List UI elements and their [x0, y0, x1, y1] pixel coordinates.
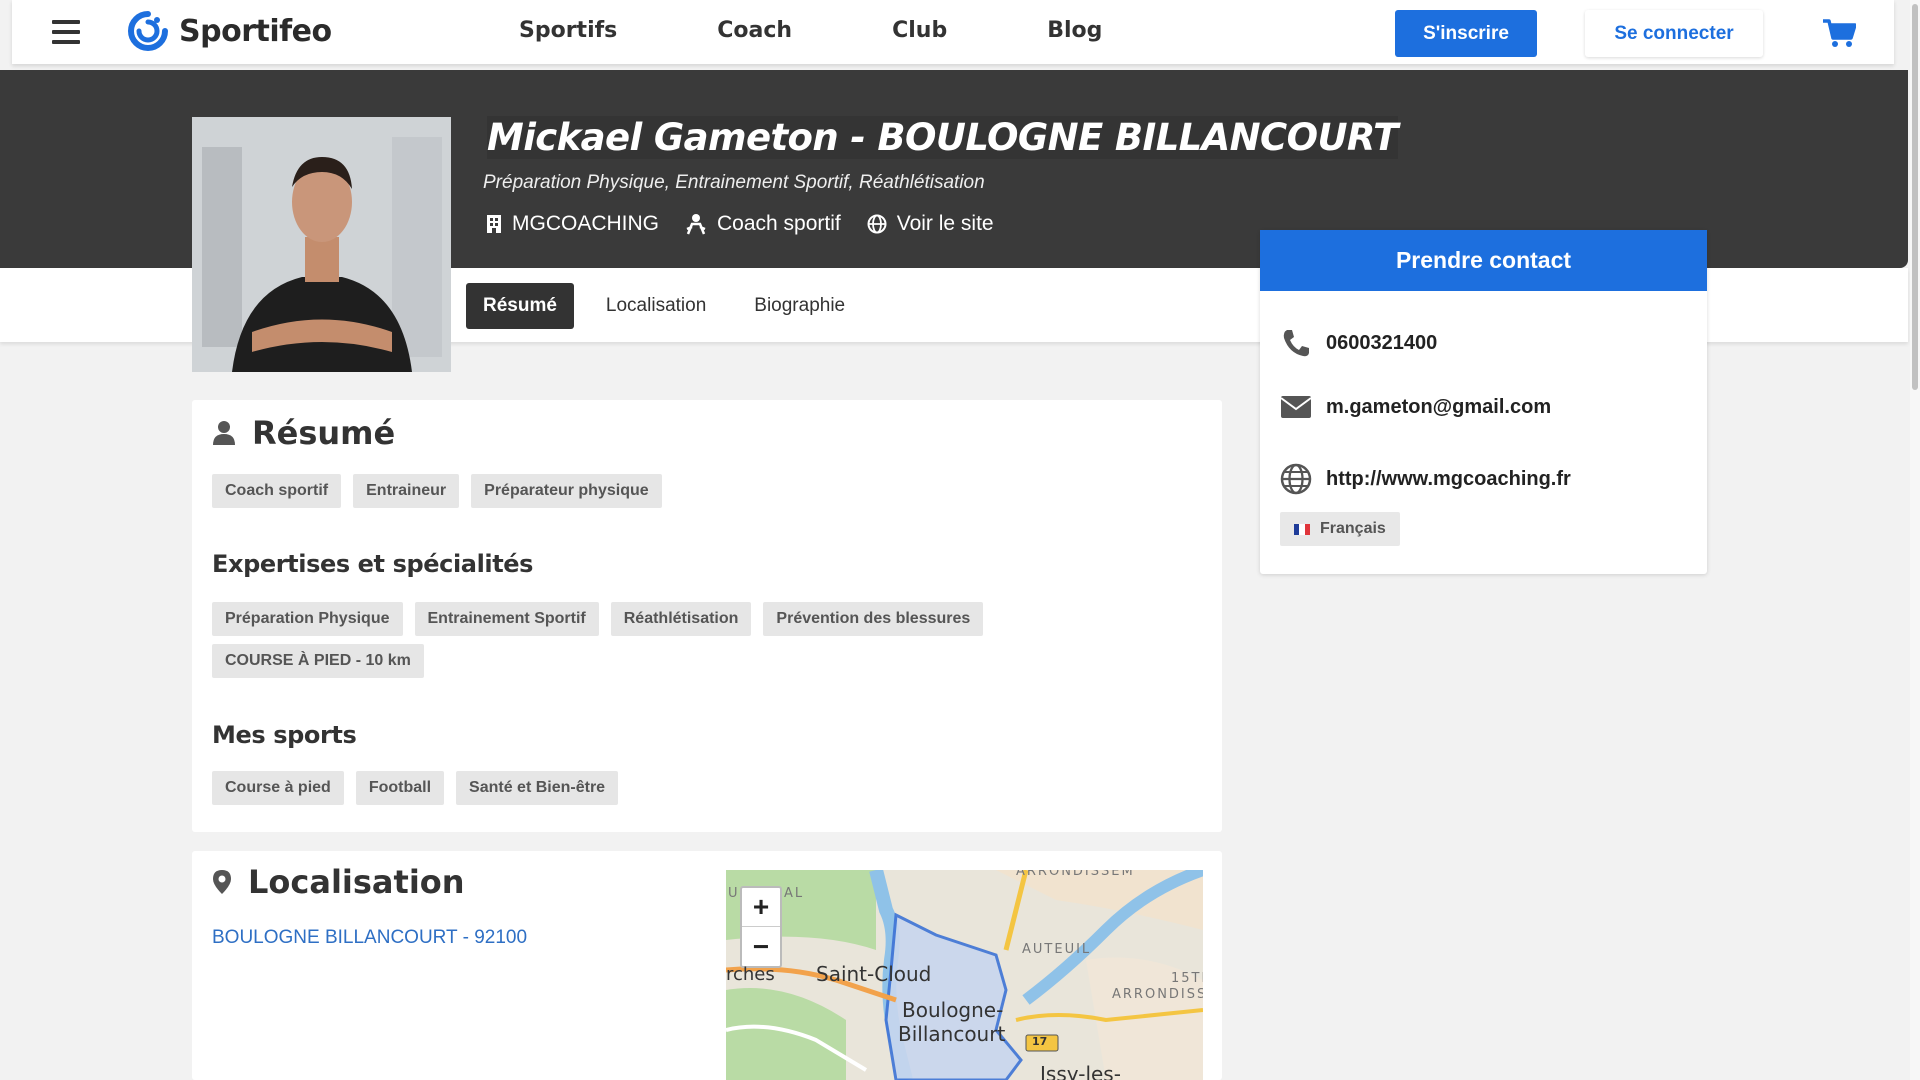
- france-flag-icon: [1294, 523, 1310, 535]
- map-label: rches: [726, 964, 775, 985]
- contact-card: Prendre contact 0600321400 m.gameton@gma…: [1260, 230, 1707, 574]
- building-icon: [487, 215, 501, 233]
- tag: COURSE À PIED - 10 km: [212, 644, 424, 678]
- expertise-heading: Expertises et spécialités: [212, 550, 534, 578]
- location-section: Localisation BOULOGNE BILLANCOURT - 9210…: [192, 851, 1222, 1080]
- tab-localisation[interactable]: Localisation: [582, 283, 730, 329]
- map-zoom-controls: + −: [740, 886, 782, 968]
- tab-resume[interactable]: Résumé: [466, 283, 574, 329]
- page-scrollbar[interactable]: [1910, 0, 1920, 1080]
- brand-logo[interactable]: Sportifeo: [127, 10, 332, 52]
- brand-name: Sportifeo: [179, 13, 332, 49]
- zoom-in-button[interactable]: +: [742, 888, 780, 927]
- user-icon: [213, 421, 235, 445]
- map-label: U: [728, 886, 740, 901]
- role-label: Coach sportif: [717, 212, 841, 235]
- location-title: Localisation: [248, 863, 465, 901]
- sportifeo-logo-icon: [128, 11, 168, 51]
- profile-title: Mickael Gameton - BOULOGNE BILLANCOURT: [487, 116, 1398, 159]
- sports-tags: Course à pied Football Santé et Bien-êtr…: [212, 771, 1202, 813]
- tag: Coach sportif: [212, 474, 342, 508]
- map-tiles: [726, 870, 1203, 1080]
- contact-email[interactable]: m.gameton@gmail.com: [1280, 395, 1551, 419]
- main-nav: Sportifs Coach Club Blog: [519, 18, 1102, 43]
- map-label: AUTEUIL: [1022, 942, 1092, 957]
- zoom-out-button[interactable]: −: [742, 927, 780, 966]
- resume-title: Résumé: [252, 414, 396, 452]
- map-label: Billancourt: [898, 1022, 1006, 1046]
- nav-link-blog[interactable]: Blog: [1047, 18, 1102, 43]
- nav-link-sportifs[interactable]: Sportifs: [519, 18, 617, 43]
- tag: Santé et Bien-être: [456, 771, 619, 805]
- location-address-link[interactable]: BOULOGNE BILLANCOURT - 92100: [212, 927, 527, 949]
- tag: Entrainement Sportif: [414, 602, 599, 636]
- road-number-label: 17: [1032, 1035, 1048, 1048]
- resume-heading: Résumé: [212, 414, 395, 452]
- tag: Prévention des blessures: [763, 602, 984, 636]
- location-map[interactable]: + − Saint-Cloud Boulogne- Billancourt Is…: [726, 870, 1203, 1080]
- profile-subtitle: Préparation Physique, Entrainement Sport…: [483, 172, 985, 193]
- scrollbar-thumb[interactable]: [1912, 4, 1918, 390]
- map-pin-icon: [213, 870, 231, 894]
- expertise-tags: Préparation Physique Entrainement Sporti…: [212, 602, 1202, 686]
- profile-tabs: Résumé Localisation Biographie: [466, 283, 869, 329]
- tab-biographie[interactable]: Biographie: [730, 283, 869, 329]
- map-label: Issy-les-: [1040, 1062, 1121, 1080]
- globe-icon: [1280, 463, 1312, 495]
- company-name: MGCOACHING: [512, 212, 659, 235]
- login-button[interactable]: Se connecter: [1585, 10, 1763, 57]
- coach-portrait-image: [192, 117, 451, 372]
- map-label: ARRONDISSEM: [1016, 870, 1135, 879]
- phone-icon: [1283, 330, 1309, 357]
- map-label: Boulogne-: [902, 998, 1004, 1022]
- email-address[interactable]: m.gameton@gmail.com: [1326, 396, 1551, 419]
- nav-link-coach[interactable]: Coach: [717, 18, 792, 43]
- map-label: ARRONDISS: [1112, 987, 1203, 1002]
- location-heading: Localisation: [212, 863, 465, 901]
- coach-icon: [686, 214, 706, 235]
- map-label: Saint-Cloud: [816, 962, 932, 986]
- profile-photo: [192, 117, 451, 372]
- website-url[interactable]: http://www.mgcoaching.fr: [1326, 468, 1571, 491]
- globe-icon: [867, 214, 887, 234]
- contact-header[interactable]: Prendre contact: [1260, 230, 1707, 291]
- contact-phone[interactable]: 0600321400: [1280, 327, 1437, 359]
- sports-heading: Mes sports: [212, 721, 357, 749]
- role-tags: Coach sportif Entraineur Préparateur phy…: [212, 474, 1202, 516]
- tag: Entraineur: [353, 474, 460, 508]
- tag: Football: [355, 771, 445, 805]
- menu-icon[interactable]: [52, 20, 80, 44]
- phone-number[interactable]: 0600321400: [1326, 332, 1437, 355]
- top-navbar: Sportifeo Sportifs Coach Club Blog S'ins…: [12, 0, 1894, 64]
- role-item: Coach sportif: [685, 212, 841, 236]
- tag: Préparation Physique: [212, 602, 403, 636]
- profile-meta: MGCOACHING Coach sportif Voir le site: [486, 212, 1020, 236]
- nav-link-club[interactable]: Club: [892, 18, 947, 43]
- resume-section: Résumé Coach sportif Entraineur Préparat…: [192, 400, 1222, 832]
- website-item[interactable]: Voir le site: [867, 212, 994, 236]
- map-label: 15TI: [1171, 971, 1203, 986]
- tag: Réathlétisation: [610, 602, 752, 636]
- company-item: MGCOACHING: [486, 212, 659, 236]
- signup-button[interactable]: S'inscrire: [1395, 10, 1537, 57]
- website-link[interactable]: Voir le site: [897, 212, 994, 236]
- map-label: AL: [784, 886, 805, 901]
- tag: Préparateur physique: [471, 474, 662, 508]
- contact-website[interactable]: http://www.mgcoaching.fr: [1280, 463, 1571, 495]
- language-label: Français: [1320, 520, 1386, 537]
- envelope-icon: [1280, 396, 1312, 418]
- cart-icon[interactable]: [1822, 18, 1856, 48]
- language-badge: Français: [1280, 512, 1400, 546]
- tag: Course à pied: [212, 771, 344, 805]
